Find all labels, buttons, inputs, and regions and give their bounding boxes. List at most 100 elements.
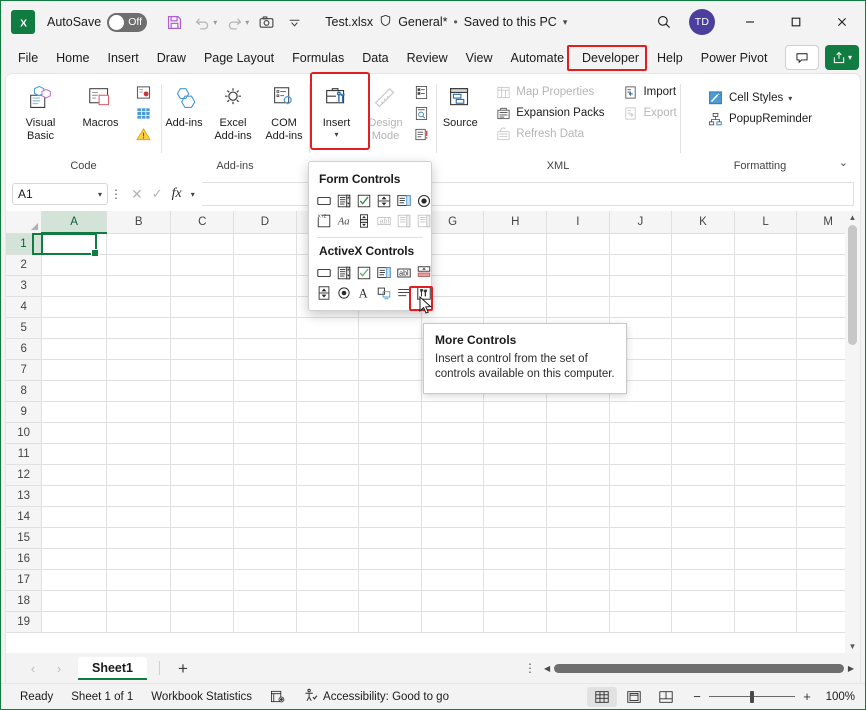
cell-E18[interactable]	[296, 590, 360, 612]
cell-F12[interactable]	[358, 464, 422, 486]
cell-I10[interactable]	[546, 422, 610, 444]
cell-G15[interactable]	[421, 527, 485, 549]
cell-I19[interactable]	[546, 611, 610, 633]
activex-label-icon[interactable]: A	[354, 283, 373, 302]
cell-H2[interactable]	[483, 254, 548, 276]
column-header-h[interactable]: H	[483, 211, 548, 234]
cell-D3[interactable]	[233, 275, 297, 297]
popup-reminder-button[interactable]: PopupReminder	[703, 109, 817, 129]
cell-I2[interactable]	[546, 254, 610, 276]
cell-J18[interactable]	[609, 590, 673, 612]
scroll-left-icon[interactable]: ◀	[544, 664, 550, 673]
cell-K18[interactable]	[671, 590, 735, 612]
cell-A4[interactable]	[41, 296, 107, 318]
redo-icon[interactable]	[221, 9, 247, 35]
cell-B14[interactable]	[106, 506, 172, 528]
cell-K2[interactable]	[671, 254, 735, 276]
tab-page-layout[interactable]: Page Layout	[195, 47, 283, 69]
cell-H11[interactable]	[483, 443, 548, 465]
cell-D12[interactable]	[233, 464, 297, 486]
cell-A7[interactable]	[41, 359, 107, 381]
cell-C8[interactable]	[170, 380, 235, 402]
cell-B6[interactable]	[106, 338, 172, 360]
activex-toggle-button-icon[interactable]	[394, 283, 413, 302]
cell-H12[interactable]	[483, 464, 548, 486]
maximize-button[interactable]	[773, 1, 819, 43]
cell-J10[interactable]	[609, 422, 673, 444]
cell-L18[interactable]	[734, 590, 798, 612]
status-accessibility[interactable]: Accessibility: Good to go	[294, 686, 458, 708]
cell-G14[interactable]	[421, 506, 485, 528]
row-header-6[interactable]: 6	[6, 338, 43, 360]
cell-K16[interactable]	[671, 548, 735, 570]
row-header-9[interactable]: 9	[6, 401, 43, 423]
cell-K3[interactable]	[671, 275, 735, 297]
cell-K9[interactable]	[671, 401, 735, 423]
next-sheet-icon[interactable]: ›	[46, 661, 72, 676]
cell-F16[interactable]	[358, 548, 422, 570]
zoom-out-button[interactable]: −	[691, 689, 703, 704]
cell-C2[interactable]	[170, 254, 235, 276]
cell-J17[interactable]	[609, 569, 673, 591]
horizontal-scroll-track[interactable]	[554, 663, 844, 673]
cell-L3[interactable]	[734, 275, 798, 297]
cell-F6[interactable]	[358, 338, 422, 360]
cell-K17[interactable]	[671, 569, 735, 591]
form-scroll-bar-icon[interactable]	[354, 211, 373, 230]
cell-C9[interactable]	[170, 401, 235, 423]
cell-C19[interactable]	[170, 611, 235, 633]
cell-K6[interactable]	[671, 338, 735, 360]
cell-H13[interactable]	[483, 485, 548, 507]
cell-D17[interactable]	[233, 569, 297, 591]
zoom-in-button[interactable]: +	[801, 689, 813, 704]
cell-D13[interactable]	[233, 485, 297, 507]
add-sheet-button[interactable]: +	[172, 660, 194, 677]
cell-G17[interactable]	[421, 569, 485, 591]
cell-L16[interactable]	[734, 548, 798, 570]
cell-K7[interactable]	[671, 359, 735, 381]
autosave-control[interactable]: AutoSave Off	[47, 12, 148, 32]
cell-J11[interactable]	[609, 443, 673, 465]
cell-J13[interactable]	[609, 485, 673, 507]
cell-B1[interactable]	[106, 233, 172, 255]
zoom-slider-thumb[interactable]	[750, 690, 755, 703]
form-option-button-icon[interactable]	[414, 191, 433, 210]
row-header-17[interactable]: 17	[6, 569, 43, 591]
xml-source-button[interactable]: Source	[434, 80, 486, 133]
column-header-d[interactable]: D	[233, 211, 297, 234]
tab-home[interactable]: Home	[47, 47, 98, 69]
cell-E12[interactable]	[296, 464, 360, 486]
minimize-button[interactable]	[727, 1, 773, 43]
cell-C12[interactable]	[170, 464, 235, 486]
cell-F13[interactable]	[358, 485, 422, 507]
import-button[interactable]: Import	[617, 82, 681, 102]
cell-F7[interactable]	[358, 359, 422, 381]
refresh-data-button[interactable]: Refresh Data	[490, 124, 609, 144]
cell-K5[interactable]	[671, 317, 735, 339]
cell-G11[interactable]	[421, 443, 485, 465]
add-ins-button[interactable]: Add-ins	[161, 80, 207, 133]
macros-button[interactable]: Macros	[71, 80, 131, 133]
cell-styles-button[interactable]: Cell Styles ▾	[703, 88, 817, 108]
cell-B17[interactable]	[106, 569, 172, 591]
cell-B11[interactable]	[106, 443, 172, 465]
activex-option-button-icon[interactable]	[334, 283, 353, 302]
tab-file[interactable]: File	[9, 47, 47, 69]
cell-C18[interactable]	[170, 590, 235, 612]
cancel-formula-icon[interactable]: ✕	[131, 186, 143, 203]
more-controls-icon[interactable]	[414, 283, 433, 302]
cell-D8[interactable]	[233, 380, 297, 402]
cell-C3[interactable]	[170, 275, 235, 297]
page-layout-view-icon[interactable]	[619, 687, 649, 707]
form-label-icon[interactable]: Aa	[334, 211, 353, 230]
row-header-19[interactable]: 19	[6, 611, 43, 633]
cell-L19[interactable]	[734, 611, 798, 633]
cell-K15[interactable]	[671, 527, 735, 549]
visual-basic-button[interactable]: Visual Basic	[11, 80, 71, 146]
horizontal-scroll-thumb[interactable]	[554, 663, 844, 673]
row-header-11[interactable]: 11	[6, 443, 43, 465]
cell-F11[interactable]	[358, 443, 422, 465]
chevron-down-icon[interactable]: ▾	[563, 17, 568, 28]
cell-D18[interactable]	[233, 590, 297, 612]
redo-dropdown-caret[interactable]: ▾	[245, 18, 249, 27]
